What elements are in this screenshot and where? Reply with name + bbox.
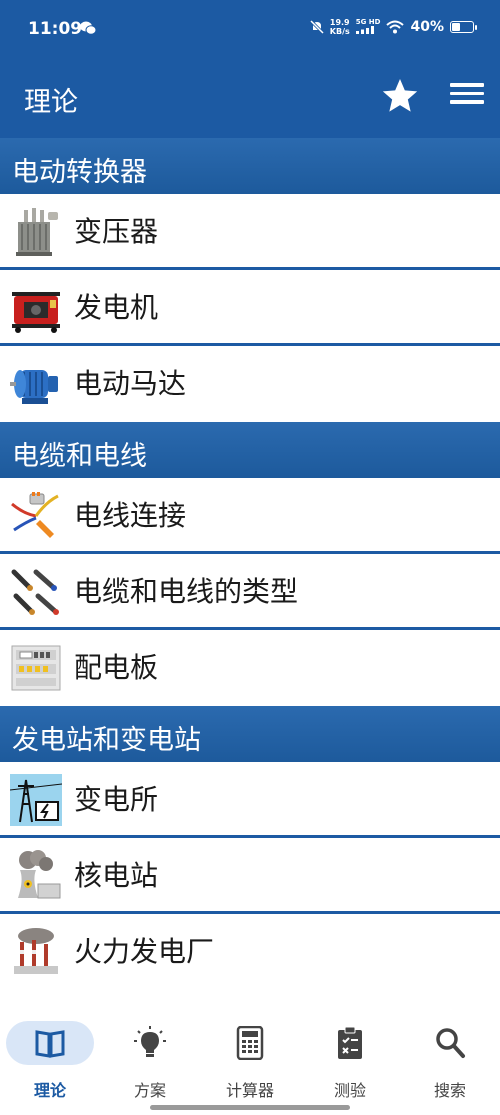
list-item-thermal-plant[interactable]: 火力发电厂 (0, 914, 500, 990)
section-header-converters: 电动转换器 (0, 138, 500, 194)
bottom-navigation: 理论 方案 计算器 测验 搜索 (0, 1003, 500, 1115)
status-time: 11:09 (28, 19, 83, 39)
cable-types-icon (11, 569, 59, 615)
star-icon[interactable] (380, 76, 420, 116)
nav-tab-quiz[interactable]: 测验 (300, 1017, 400, 1107)
distribution-board-icon (11, 645, 61, 691)
calculator-icon (236, 1026, 264, 1060)
nav-label: 方案 (133, 1081, 166, 1100)
item-label: 火力发电厂 (74, 935, 215, 968)
item-label: 电线连接 (74, 499, 187, 532)
list-item-substation[interactable]: 变电所 (0, 762, 500, 838)
app-bar: 理论 (0, 60, 500, 138)
hamburger-menu-icon[interactable] (448, 78, 486, 114)
quiz-clipboard-icon (338, 1026, 362, 1059)
status-indicators: 19.9 KB/s 5G HD 40% (309, 18, 477, 36)
nav-tab-schemes[interactable]: 方案 (100, 1017, 200, 1107)
battery-fill (452, 23, 460, 31)
nav-label: 理论 (33, 1081, 66, 1100)
battery-percent: 40% (410, 19, 444, 35)
list-item-cable-types[interactable]: 电缆和电线的类型 (0, 554, 500, 630)
item-label: 核电站 (74, 859, 159, 892)
item-label: 发电机 (74, 291, 159, 324)
theory-list: 电动转换器 变压器 发电机 电动马达 电缆和电线 电线连接 电缆和电线的类型 配… (0, 138, 500, 990)
book-icon (35, 1030, 65, 1058)
mute-bell-icon (309, 20, 324, 34)
list-item-electric-motor[interactable]: 电动马达 (0, 346, 500, 422)
list-item-nuclear-plant[interactable]: 核电站 (0, 838, 500, 914)
list-item-transformer[interactable]: 变压器 (0, 194, 500, 270)
item-label: 电动马达 (74, 367, 187, 400)
nav-tab-theory[interactable]: 理论 (0, 1017, 100, 1107)
page-title: 理论 (24, 87, 78, 118)
wechat-icon (80, 21, 96, 35)
item-label: 变电所 (74, 783, 159, 816)
section-header-stations: 发电站和变电站 (0, 706, 500, 762)
nav-label: 测验 (333, 1081, 366, 1100)
network-type: 5G HD (355, 18, 380, 36)
signal-icon (355, 26, 374, 34)
network-speed: 19.9 KB/s (329, 18, 350, 36)
list-item-distribution-board[interactable]: 配电板 (0, 630, 500, 706)
item-label: 变压器 (74, 215, 159, 248)
wire-connection-icon (11, 492, 59, 538)
gesture-home-bar[interactable] (150, 1105, 350, 1110)
search-icon (436, 1028, 465, 1058)
list-item-wire-connection[interactable]: 电线连接 (0, 478, 500, 554)
item-label: 配电板 (74, 651, 159, 684)
substation-icon (10, 774, 62, 826)
thermal-plant-icon (14, 928, 58, 974)
item-label: 电缆和电线的类型 (74, 575, 299, 608)
transformer-icon (16, 208, 58, 256)
nuclear-plant-icon (18, 850, 61, 899)
generator-icon (12, 292, 60, 333)
electric-motor-icon (10, 370, 58, 404)
section-header-cables: 电缆和电线 (0, 422, 500, 478)
wifi-icon (386, 20, 405, 34)
nav-label: 搜索 (433, 1081, 466, 1100)
list-item-generator[interactable]: 发电机 (0, 270, 500, 346)
status-bar: 11:09 19.9 KB/s 5G HD 40% (0, 0, 500, 60)
battery-icon (450, 21, 477, 33)
nav-tab-search[interactable]: 搜索 (400, 1017, 500, 1107)
lightbulb-icon (134, 1026, 166, 1057)
nav-tab-calculator[interactable]: 计算器 (200, 1017, 300, 1107)
nav-label: 计算器 (225, 1081, 274, 1100)
